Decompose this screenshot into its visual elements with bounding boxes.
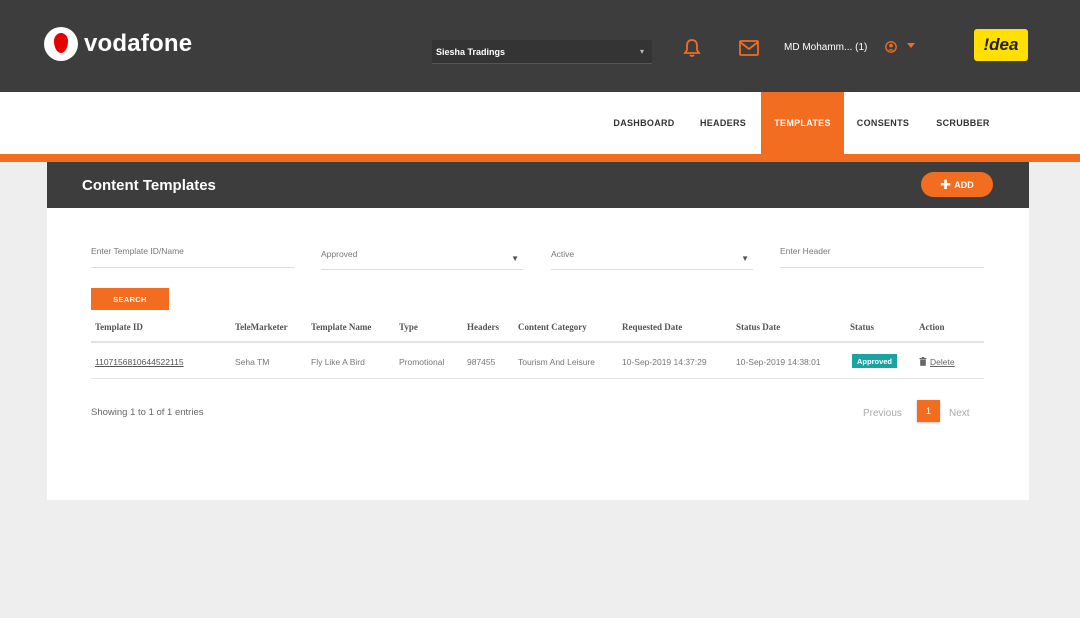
template-search-placeholder: Enter Template ID/Name	[91, 246, 184, 256]
nav-consents[interactable]: CONSENTS	[849, 92, 917, 154]
brand-name: vodafone	[84, 30, 193, 57]
column-header-action: Action	[919, 322, 945, 332]
nav-headers[interactable]: HEADERS	[690, 92, 756, 154]
mail-icon[interactable]	[739, 40, 759, 56]
headers-cell: 987455	[467, 357, 496, 367]
idea-logo: !dea	[974, 29, 1028, 61]
trash-icon[interactable]	[919, 357, 927, 366]
top-bar: vodafone Siesha Tradings ▾ MD Mohamm... …	[0, 0, 1080, 92]
nav-scrubber[interactable]: SCRUBBER	[924, 92, 1002, 154]
template-search-input[interactable]: Enter Template ID/Name	[91, 246, 295, 268]
vodafone-logo-icon	[44, 27, 78, 61]
user-avatar-icon[interactable]	[885, 41, 897, 53]
main-nav: DASHBOARD HEADERS TEMPLATES CONSENTS SCR…	[0, 92, 1080, 154]
chevron-down-icon: ▼	[741, 254, 749, 263]
template-id-link[interactable]: 1107156810644522115	[95, 357, 184, 367]
column-header-status[interactable]: Status	[850, 322, 874, 332]
column-header-template-name[interactable]: Template Name	[311, 322, 371, 332]
table-row-divider	[91, 378, 984, 379]
pagination-previous[interactable]: Previous	[863, 408, 902, 419]
header-search-placeholder: Enter Header	[780, 246, 831, 256]
nav-underline-bar	[0, 154, 1080, 162]
vodafone-logo[interactable]: vodafone	[44, 27, 192, 61]
add-button[interactable]: ✚ ADD	[921, 172, 993, 197]
active-status-select[interactable]: Active ▼	[551, 249, 753, 270]
column-header-telemarketer[interactable]: TeleMarketer	[235, 322, 288, 332]
entity-select-value: Siesha Tradings	[436, 46, 506, 57]
approval-status-select[interactable]: Approved ▼	[321, 249, 523, 270]
requested-date-cell: 10-Sep-2019 14:37:29	[622, 357, 707, 367]
status-badge: Approved	[852, 354, 898, 368]
notification-bell-icon[interactable]	[683, 38, 701, 58]
plus-icon: ✚	[940, 177, 952, 192]
header-search-input[interactable]: Enter Header	[780, 246, 984, 268]
page-title: Content Templates	[82, 177, 216, 194]
content-templates-card: Content Templates ✚ ADD Enter Template I…	[47, 162, 1029, 500]
column-header-headers[interactable]: Headers	[467, 322, 499, 332]
content-category-cell: Tourism And Leisure	[518, 357, 596, 367]
active-status-value: Active	[551, 249, 575, 259]
column-header-content-category[interactable]: Content Category	[518, 322, 587, 332]
column-header-status-date[interactable]: Status Date	[736, 322, 780, 332]
nav-dashboard[interactable]: DASHBOARD	[604, 92, 684, 154]
type-cell: Promotional	[399, 357, 445, 367]
pagination-page-1[interactable]: 1	[917, 400, 940, 422]
status-date-cell: 10-Sep-2019 14:38:01	[736, 357, 821, 367]
entity-select[interactable]: Siesha Tradings ▾	[432, 40, 652, 64]
user-name[interactable]: MD Mohamm... (1)	[784, 42, 867, 53]
template-name-cell: Fly Like A Bird	[311, 357, 365, 367]
telemarketer-cell: Seha TM	[235, 357, 270, 367]
pagination-next[interactable]: Next	[949, 408, 970, 419]
table-header-divider	[91, 341, 984, 343]
add-button-label: ADD	[954, 179, 974, 190]
nav-templates[interactable]: TEMPLATES	[761, 92, 844, 154]
entries-info: Showing 1 to 1 of 1 entries	[91, 407, 204, 418]
column-header-type[interactable]: Type	[399, 322, 418, 332]
column-header-template-id[interactable]: Template ID	[95, 322, 143, 332]
column-header-requested-date[interactable]: Requested Date	[622, 322, 682, 332]
delete-link[interactable]: Delete	[930, 357, 955, 367]
chevron-down-icon: ▼	[511, 254, 519, 263]
approval-status-value: Approved	[321, 249, 358, 259]
search-button[interactable]: SEARCH	[91, 288, 169, 310]
user-menu-caret-icon[interactable]	[907, 43, 915, 49]
chevron-down-icon: ▾	[639, 47, 644, 56]
card-header: Content Templates ✚ ADD	[47, 162, 1029, 208]
